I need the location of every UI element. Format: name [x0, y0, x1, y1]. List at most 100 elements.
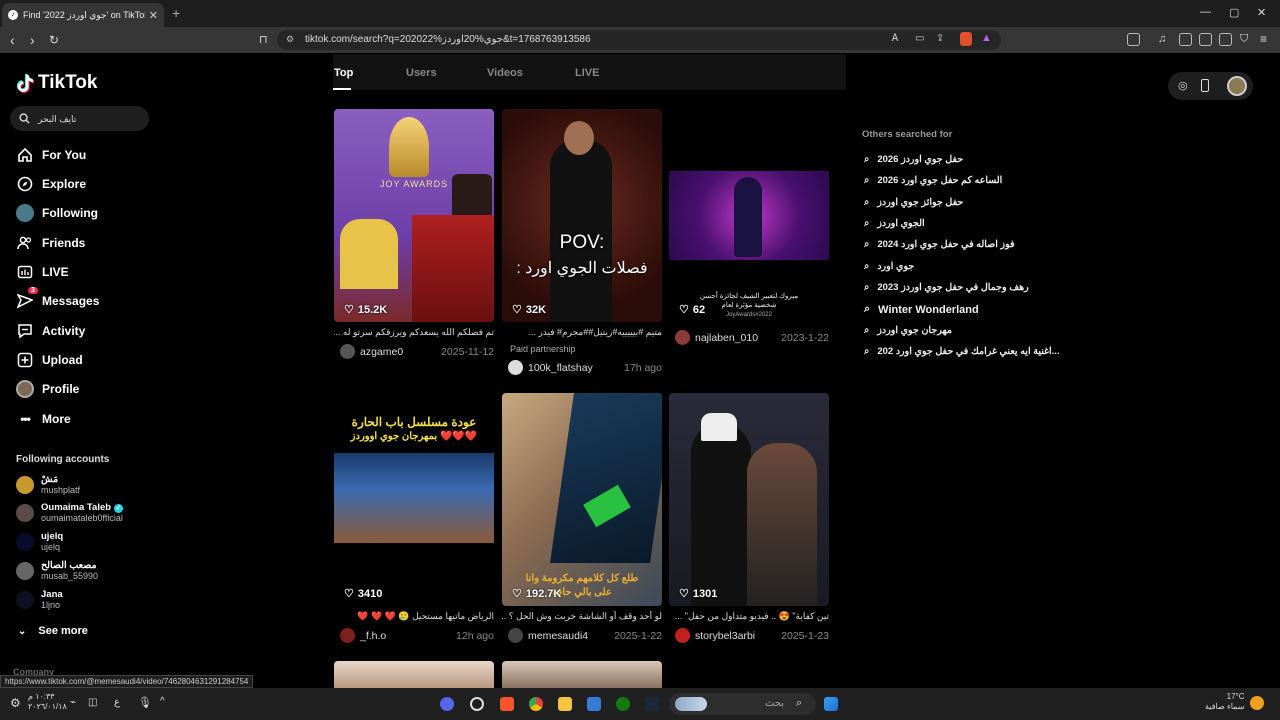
cast-icon[interactable]: ▭ [915, 33, 924, 44]
related-search-item[interactable]: ⌕ رهف وجمال في حفل جوي اوردز 2023 [864, 282, 1029, 293]
nav-more[interactable]: ••• More [16, 410, 156, 428]
username[interactable]: _f.h.o [360, 630, 456, 642]
share-icon[interactable]: ⇪ [936, 33, 944, 44]
settings-icon[interactable]: ⚙ [10, 696, 21, 710]
account-item[interactable]: ujelq ujelq [16, 531, 63, 553]
video-description[interactable]: تين كفاية" 😍 .. فيديو متداول من حفل" ... [669, 611, 829, 622]
network-icon[interactable]: ⌁ [70, 697, 76, 708]
video-description[interactable]: متيم #بيييييه#ريتيل##مجرم# فيدر ... [502, 327, 662, 338]
panel-icon[interactable] [1179, 33, 1192, 46]
video-thumbnail[interactable]: ♡ 1301 [669, 393, 829, 606]
device-icon[interactable] [1201, 79, 1209, 92]
related-search-item[interactable]: ⌕ حفل جوي اوردز 2026 [864, 154, 963, 165]
username[interactable]: 100k_flatshay [528, 362, 624, 374]
store-icon[interactable] [587, 697, 601, 711]
browser-tab[interactable]: ♪ Find '2022 جوي اوردز' on TikTok ✕ [2, 3, 164, 27]
url-field[interactable]: ⚙ tiktok.com/search?q=202022%جوي%20اوردز… [277, 30, 1001, 50]
video-card[interactable]: JOY AWARDS ♡ 15.2K تم فضلكم الله يسعدكم و… [334, 109, 494, 364]
video-description[interactable]: لو أحد وقف أو الشاشة خربت وش الحل ؟ ... [502, 611, 662, 622]
steam-icon[interactable] [645, 697, 659, 711]
related-search-item[interactable]: ⌕ حفل جوائز جوي اوردز [864, 197, 963, 208]
brave-rewards-icon[interactable]: ▲ [981, 32, 992, 44]
close-tab-icon[interactable]: ✕ [149, 9, 158, 22]
maximize-icon[interactable]: ▢ [1229, 6, 1239, 19]
avatar[interactable] [508, 360, 523, 375]
weather-widget[interactable]: 17°C سماء صافية [1205, 692, 1245, 712]
close-window-icon[interactable]: ✕ [1257, 6, 1266, 19]
nav-explore[interactable]: Explore [16, 175, 156, 193]
nav-following[interactable]: Following [16, 204, 156, 222]
windows-start-icon[interactable] [824, 697, 838, 711]
related-search-item[interactable]: ⌕ الساعه كم حفل جوي اورد 2026 [864, 175, 1002, 186]
discord-icon[interactable] [440, 697, 454, 711]
related-search-item[interactable]: ⌕ فوز اصاله في حفل جوي اورد 2024 [864, 239, 1015, 250]
video-card[interactable]: مبروك لتعبير الشيف لجائزة أحسن شخصية مؤث… [669, 109, 829, 349]
sidebar-toggle-icon[interactable] [1127, 33, 1140, 46]
related-search-item[interactable]: ⌕ جوي اورد [864, 261, 914, 272]
video-card[interactable]: POV: فصلات الجوي اورد : ♡ 32K متيم #بيييي… [502, 109, 662, 379]
forward-icon[interactable]: › [30, 32, 35, 48]
account-item[interactable]: مَشْ mushplatf [16, 474, 80, 496]
new-tab-icon[interactable]: + [172, 5, 180, 21]
account-item[interactable]: Jana 1ljno [16, 589, 63, 611]
avatar[interactable] [340, 628, 355, 643]
username[interactable]: najlaben_010 [695, 332, 781, 344]
tiktok-logo[interactable]: TikTok [16, 72, 97, 94]
related-search-item[interactable]: ⌕ اغنية ايه يعني غرامك في حفل جوي اورد 20… [864, 346, 1060, 357]
extensions-icon[interactable] [1219, 33, 1232, 46]
reload-icon[interactable]: ↻ [49, 33, 59, 47]
video-thumbnail[interactable]: مبروك لتعبير الشيف لجائزة أحسن شخصية مؤث… [669, 109, 829, 322]
tab-top[interactable]: Top [334, 67, 353, 79]
tab-live[interactable]: LIVE [575, 67, 599, 79]
nav-upload[interactable]: Upload [16, 351, 156, 369]
avatar[interactable] [1227, 76, 1247, 96]
username[interactable]: memesaudi4 [528, 630, 614, 642]
video-description[interactable]: تم فضلكم الله يسعدكم ويرزقكم سرتو له ... [334, 327, 494, 338]
nav-live[interactable]: LIVE [16, 263, 156, 281]
site-info-icon[interactable]: ⚙ [286, 34, 294, 45]
back-icon[interactable]: ‹ [10, 32, 15, 48]
nav-messages[interactable]: 3 Messages [16, 287, 156, 310]
microphone-icon[interactable]: 🎙 [138, 696, 152, 709]
related-search-item[interactable]: ⌕ مهرجان جوي اوردز [864, 325, 952, 336]
nav-activity[interactable]: Activity [16, 322, 156, 340]
related-search-item[interactable]: ⌕ الجوي اوردز [864, 218, 925, 229]
username[interactable]: azgame0 [360, 346, 441, 358]
tab-users[interactable]: Users [406, 67, 437, 79]
video-thumbnail[interactable] [334, 661, 494, 688]
coins-icon[interactable]: ◎ [1178, 79, 1188, 92]
video-thumbnail[interactable] [502, 661, 662, 688]
chevron-up-icon[interactable]: ^ [160, 696, 165, 707]
language-icon[interactable]: ع [114, 697, 120, 708]
brave-shields-icon[interactable] [960, 32, 972, 46]
menu-icon[interactable]: ≡ [1260, 32, 1267, 46]
wallet-icon[interactable] [1199, 33, 1212, 46]
related-search-item[interactable]: ⌕ Winter Wonderland [864, 303, 979, 316]
minimize-icon[interactable]: — [1200, 6, 1211, 18]
search-input[interactable]: تايف البحر [10, 106, 149, 131]
xbox-icon[interactable] [616, 697, 630, 711]
vpn-shield-icon[interactable]: ⛉ [1240, 33, 1248, 46]
account-item[interactable]: مصعب الصالح musab_55990 [16, 560, 98, 582]
media-icon[interactable]: ♫ [1158, 33, 1166, 45]
video-card[interactable]: ♡ 1301 تين كفاية" 😍 .. فيديو متداول من حف… [669, 393, 829, 645]
chrome-icon[interactable] [529, 697, 543, 711]
bookmark-icon[interactable]: ⊓ [259, 33, 268, 46]
tab-videos[interactable]: Videos [487, 67, 523, 79]
avatar[interactable] [675, 330, 690, 345]
video-description[interactable]: الرياض ماتيها مستحيل 🥲 ❤️ ❤️ ❤️ [334, 611, 494, 622]
nav-profile[interactable]: Profile [16, 380, 156, 398]
video-card[interactable]: طلع كل كلامهم مكرومة وانا على بالي حافة … [502, 393, 662, 645]
avatar[interactable] [508, 628, 523, 643]
translate-icon[interactable]: Ꭺ [892, 33, 899, 44]
file-explorer-icon[interactable] [558, 697, 572, 711]
video-thumbnail[interactable]: POV: فصلات الجوي اورد : ♡ 32K [502, 109, 662, 322]
video-thumbnail[interactable]: عودة مسلسل باب الحارة بمهرجان جوي اووردز… [334, 393, 494, 606]
see-more-button[interactable]: ⌄ See more [18, 625, 88, 637]
taskbar-search[interactable]: بحث ⌕ [669, 693, 816, 715]
brave-icon[interactable] [500, 697, 514, 711]
volume-icon[interactable]: ◫ [88, 697, 97, 708]
video-thumbnail[interactable]: طلع كل كلامهم مكرومة وانا على بالي حافة … [502, 393, 662, 606]
avatar[interactable] [675, 628, 690, 643]
video-thumbnail[interactable]: JOY AWARDS ♡ 15.2K [334, 109, 494, 322]
